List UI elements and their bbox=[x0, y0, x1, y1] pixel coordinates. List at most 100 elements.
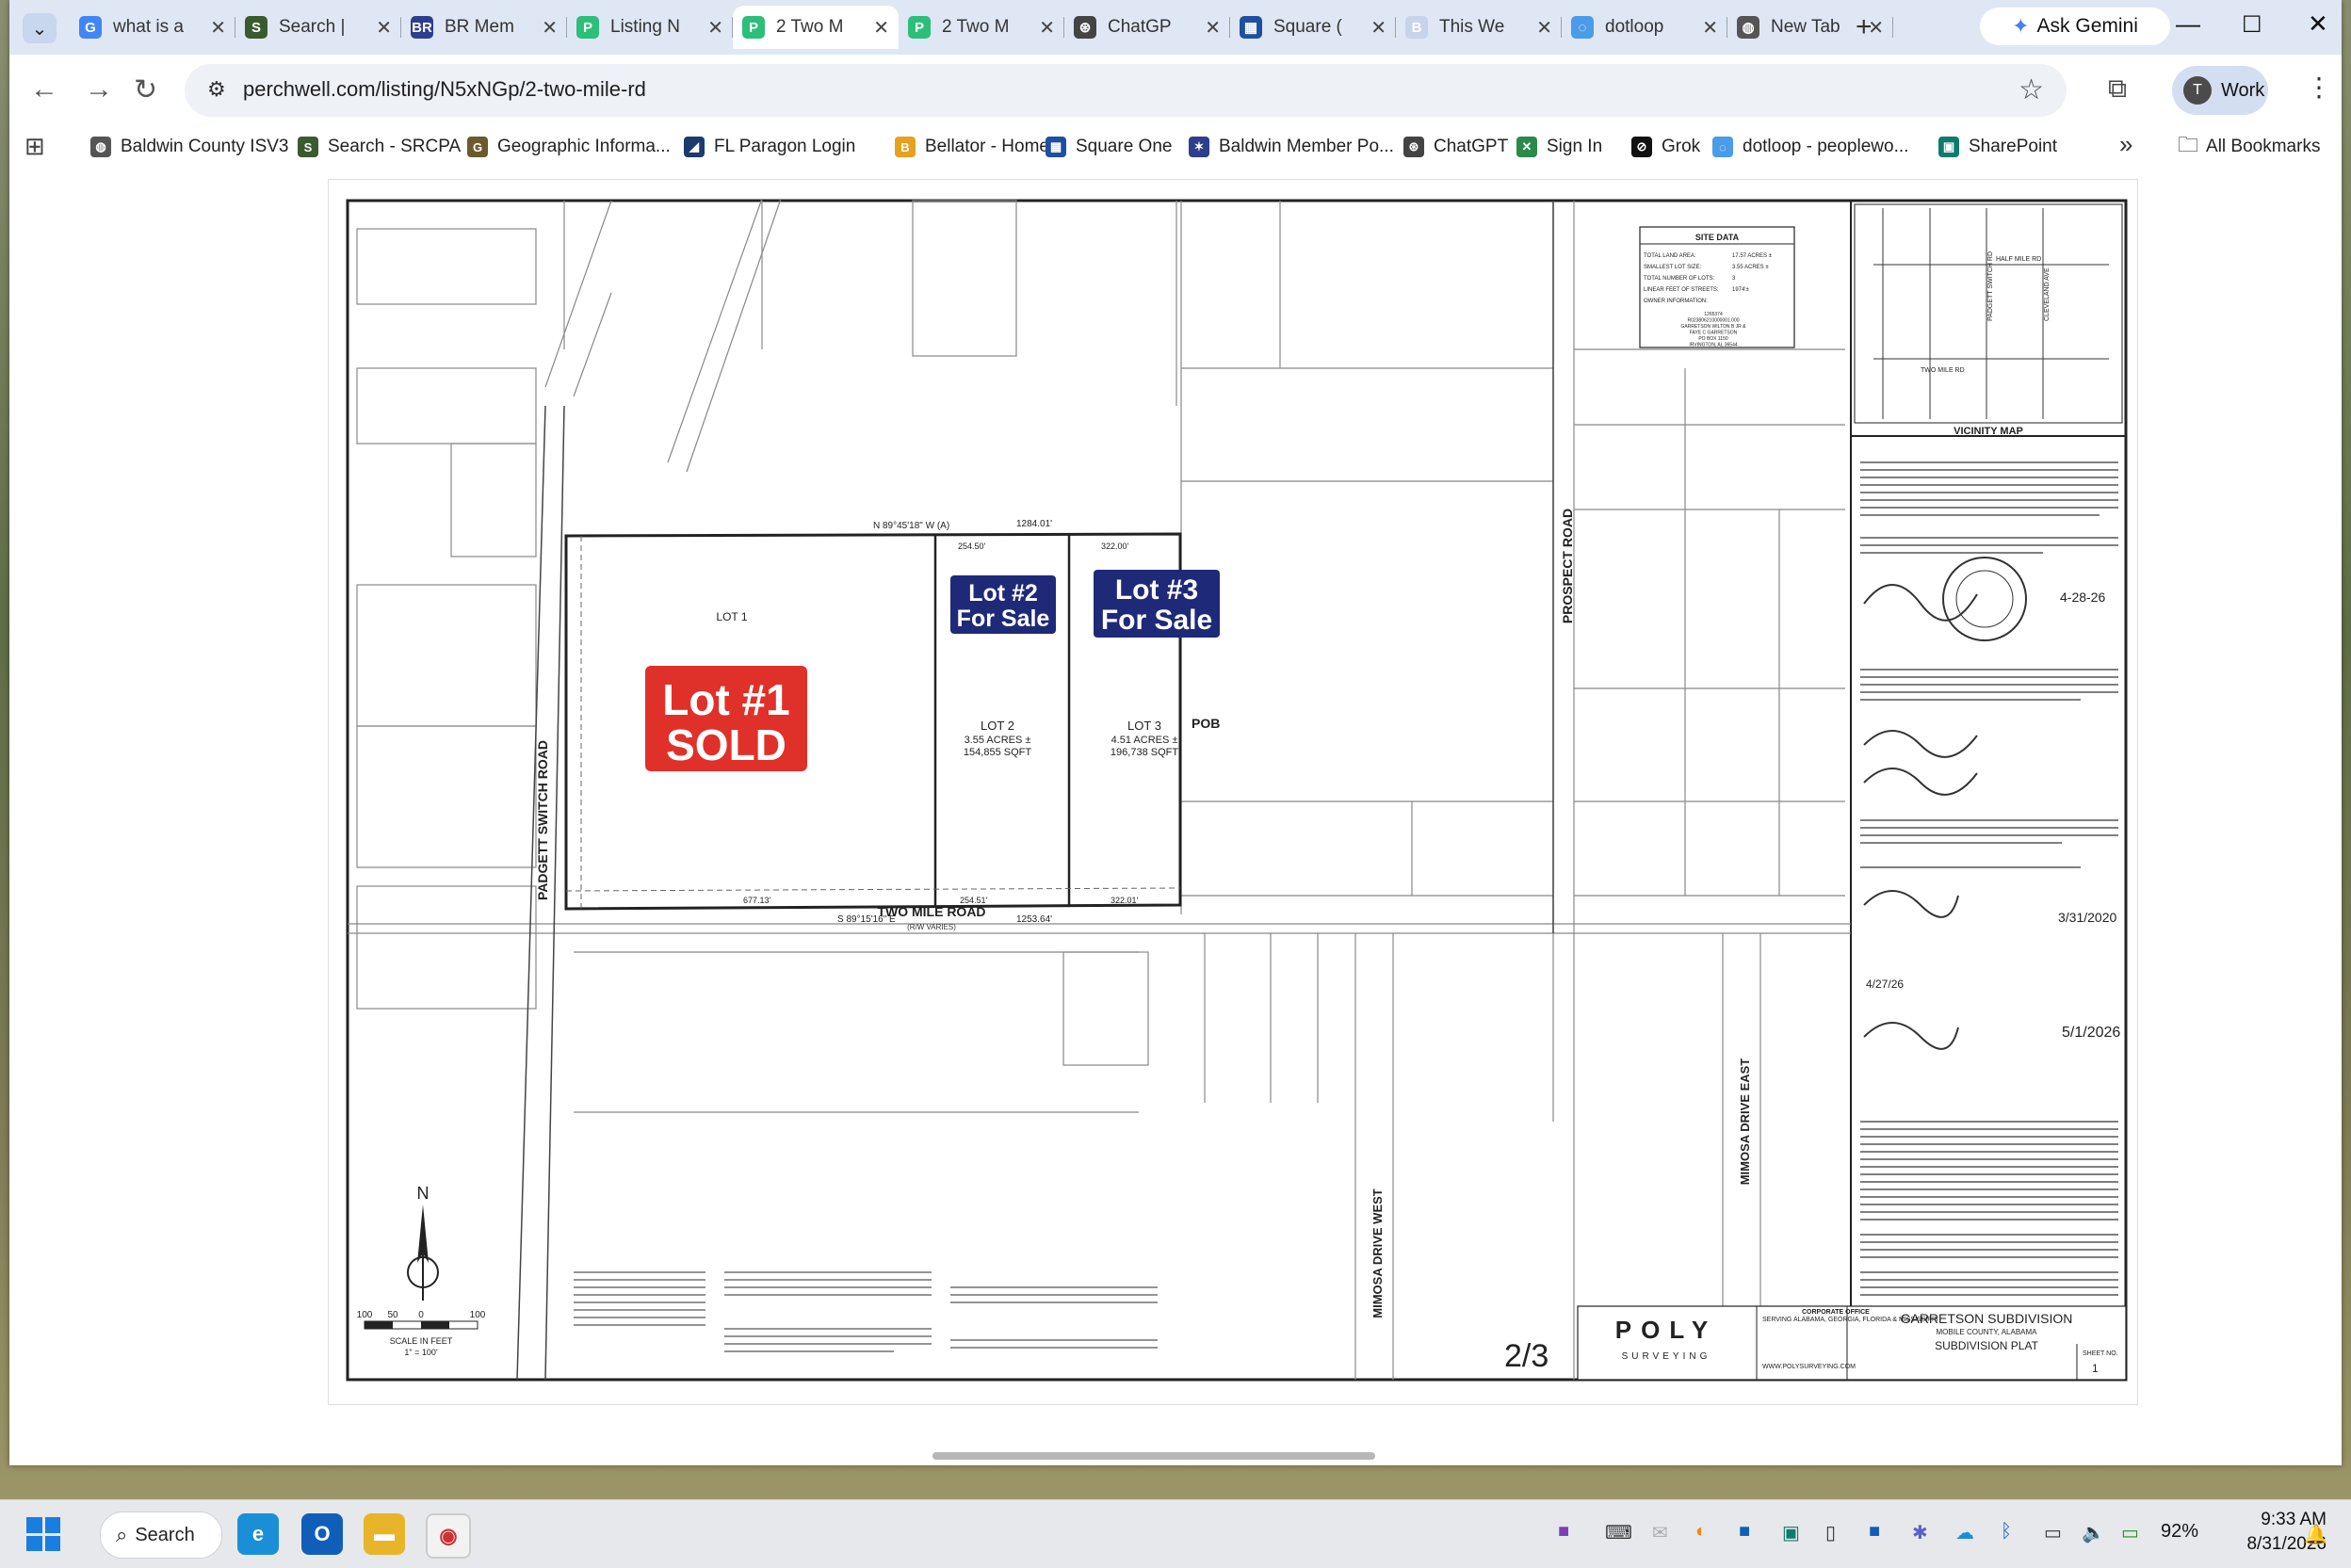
app-tray-icon[interactable]: ◐ bbox=[1695, 1521, 1707, 1543]
notification-bell-icon[interactable]: 🔔 bbox=[2304, 1523, 2327, 1546]
browser-tab[interactable]: P 2 Two M ✕ bbox=[733, 6, 899, 49]
bookmark-item[interactable]: B Bellator - Home bbox=[895, 126, 1049, 168]
close-tab-icon[interactable]: ✕ bbox=[210, 16, 226, 40]
close-tab-icon[interactable]: ✕ bbox=[1370, 16, 1386, 40]
app-tray-icon[interactable]: ■ bbox=[1739, 1521, 1750, 1543]
bookmark-item[interactable]: ▣ SharePoint bbox=[1938, 126, 2057, 168]
url-text[interactable]: perchwell.com/listing/N5xNGp/2-two-mile-… bbox=[243, 77, 646, 102]
bookmark-label: Baldwin Member Po... bbox=[1219, 137, 1394, 156]
taskbar-search[interactable]: ⌕ Search bbox=[100, 1511, 222, 1559]
notary-signature bbox=[1863, 890, 1959, 918]
padgett-switch-road-label: PADGETT SWITCH ROAD bbox=[535, 740, 550, 900]
bookmark-item[interactable]: ✕ Sign In bbox=[1516, 126, 1602, 168]
close-window-button[interactable]: ✕ bbox=[2308, 9, 2328, 39]
subdivision-county: MOBILE COUNTY, ALABAMA bbox=[1937, 1328, 2038, 1336]
bookmark-item[interactable]: ⊛ ChatGPT bbox=[1403, 126, 1508, 168]
browser-tab[interactable]: P Listing N ✕ bbox=[567, 6, 733, 49]
site-info-icon[interactable]: ⚙ bbox=[207, 77, 226, 102]
back-arrow-icon[interactable]: ← bbox=[30, 73, 58, 105]
all-bookmarks-button[interactable]: 🗀 All Bookmarks bbox=[2178, 126, 2320, 168]
browser-toolbar: ← → ↻ ⚙ perchwell.com/listing/N5xNGp/2-t… bbox=[9, 55, 2342, 126]
teams-icon[interactable]: ✱ bbox=[1912, 1521, 1928, 1544]
browser-tab[interactable]: ▦ Square (✕ bbox=[1230, 6, 1396, 49]
profile-button[interactable]: T Work bbox=[2172, 66, 2268, 115]
close-tab-icon[interactable]: ✕ bbox=[1536, 16, 1552, 40]
lot-1-badge-line2: SOLD bbox=[666, 720, 786, 769]
scale-tick: 0 bbox=[418, 1310, 424, 1320]
outlook-icon[interactable]: O bbox=[301, 1513, 343, 1555]
close-tab-icon[interactable]: ✕ bbox=[1205, 16, 1221, 40]
usb-icon[interactable]: ▯ bbox=[1825, 1521, 1836, 1544]
mail-icon[interactable]: ✉ bbox=[1652, 1521, 1668, 1544]
prospect-road-label: PROSPECT ROAD bbox=[1560, 509, 1575, 623]
volume-icon[interactable]: 🔈 bbox=[2082, 1521, 2105, 1544]
all-bookmarks-label: All Bookmarks bbox=[2206, 137, 2321, 156]
segment-distance: 677.13' bbox=[743, 896, 771, 905]
browser-tab[interactable]: ⊛ ChatGP ✕ bbox=[1064, 6, 1230, 49]
maximize-button[interactable]: ☐ bbox=[2242, 11, 2262, 39]
segment-distance: 322.01' bbox=[1111, 896, 1139, 905]
apps-grid-icon[interactable]: ⊞ bbox=[24, 132, 45, 161]
edge-icon[interactable]: e bbox=[237, 1513, 279, 1555]
bookmark-item[interactable]: S Search - SRCPA bbox=[298, 126, 461, 168]
address-bar[interactable]: ⚙ perchwell.com/listing/N5xNGp/2-two-mil… bbox=[185, 64, 2067, 117]
browser-tab[interactable]: P 2 Two M ✕ bbox=[899, 6, 1064, 49]
network-icon[interactable]: ▭ bbox=[2044, 1521, 2062, 1544]
browser-tab[interactable]: B This We ✕ bbox=[1396, 6, 1562, 49]
subdivision-plat-drawing: PADGETT SWITCH ROAD TWO MILE ROAD (R/W V… bbox=[346, 198, 2128, 1382]
file-explorer-icon[interactable]: ▬ bbox=[364, 1513, 405, 1555]
battery-icon[interactable]: ▭ bbox=[2121, 1521, 2139, 1544]
tab-search-button[interactable]: ⌄ bbox=[23, 13, 57, 43]
onenote-icon[interactable]: ■ bbox=[1558, 1521, 1569, 1543]
close-tab-icon[interactable]: ✕ bbox=[542, 16, 558, 40]
close-tab-icon[interactable]: ✕ bbox=[707, 16, 723, 40]
bookmark-item[interactable]: ⊘ Grok bbox=[1631, 126, 1700, 168]
chrome-icon[interactable]: ◉ bbox=[426, 1513, 471, 1559]
forward-arrow-icon[interactable]: → bbox=[85, 73, 113, 105]
reload-icon[interactable]: ↻ bbox=[134, 73, 157, 106]
bookmark-star-icon[interactable]: ☆ bbox=[2019, 73, 2044, 106]
bookmark-item[interactable]: G Geographic Informa... bbox=[467, 126, 671, 168]
globe-icon: ◍ bbox=[90, 137, 111, 157]
bookmark-item[interactable]: ◍ Baldwin County ISV3 bbox=[90, 126, 289, 168]
keyboard-icon[interactable]: ⌨ bbox=[1605, 1521, 1632, 1544]
bookmark-label: Baldwin County ISV3 bbox=[121, 137, 289, 156]
close-tab-icon[interactable]: ✕ bbox=[873, 16, 889, 40]
bookmark-item[interactable]: ◌ dotloop - peoplewo... bbox=[1712, 126, 1908, 168]
horizontal-scrollbar[interactable] bbox=[932, 1452, 1375, 1460]
bookmarks-overflow-icon[interactable]: » bbox=[2119, 130, 2132, 159]
app-tray-icon[interactable]: ▣ bbox=[1782, 1521, 1800, 1544]
extensions-icon[interactable]: ⧉ bbox=[2108, 73, 2127, 105]
owner-info-line: R023806210000001.000 bbox=[1687, 318, 1739, 324]
outlook-tray-icon[interactable]: ■ bbox=[1869, 1521, 1880, 1543]
search-icon: ⌕ bbox=[116, 1523, 128, 1546]
browser-tab[interactable]: BR BR Mem ✕ bbox=[401, 6, 567, 49]
minimize-button[interactable]: — bbox=[2176, 9, 2200, 39]
bookmark-item[interactable]: ▦ Square One bbox=[1046, 126, 1172, 168]
scale-tick: 100 bbox=[357, 1310, 373, 1320]
browser-tab[interactable]: Gwhat is a ✕ bbox=[70, 6, 235, 49]
browser-tab[interactable]: ◌ dotloop ✕ bbox=[1562, 6, 1727, 49]
browser-menu-icon[interactable]: ⋮ bbox=[2306, 72, 2332, 103]
company-website: WWW.POLYSURVEYING.COM bbox=[1762, 1364, 1856, 1370]
srcpa-icon: S bbox=[245, 16, 268, 39]
browser-tab[interactable]: S Search | ✕ bbox=[235, 6, 401, 49]
start-button[interactable] bbox=[26, 1517, 60, 1551]
bookmark-item[interactable]: ◢ FL Paragon Login bbox=[684, 126, 855, 168]
close-tab-icon[interactable]: ✕ bbox=[1702, 16, 1718, 40]
bottom-distance: 1253.64' bbox=[1016, 914, 1052, 925]
bluetooth-icon[interactable]: ᛒ bbox=[2001, 1521, 2012, 1543]
company-name: POLY bbox=[1615, 1316, 1717, 1344]
bookmark-item[interactable]: ✶ Baldwin Member Po... bbox=[1189, 126, 1394, 168]
close-tab-icon[interactable]: ✕ bbox=[376, 16, 392, 40]
close-tab-icon[interactable]: ✕ bbox=[1039, 16, 1055, 40]
lot-1-sold-badge: Lot #1 SOLD bbox=[645, 666, 807, 771]
north-label: N bbox=[417, 1184, 430, 1203]
bellator-icon: B bbox=[895, 137, 916, 157]
scale-label: SCALE IN FEET bbox=[390, 1336, 453, 1346]
new-tab-button[interactable]: + bbox=[1856, 11, 1873, 43]
ask-gemini-button[interactable]: ✦ Ask Gemini bbox=[1980, 8, 2170, 45]
lot-3-label: LOT 3 bbox=[1127, 719, 1161, 733]
onedrive-icon[interactable]: ☁ bbox=[1955, 1521, 1974, 1544]
vicinity-map-label: VICINITY MAP bbox=[1954, 426, 2023, 437]
